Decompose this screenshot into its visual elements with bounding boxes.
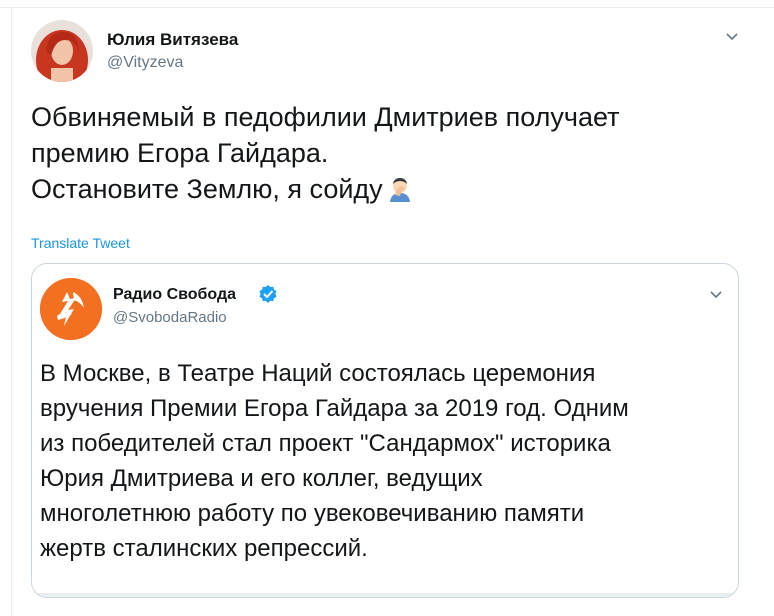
tweet-text-span: Остановите Землю, я сойду (31, 174, 383, 204)
quoted-text-line: В Москве, в Театре Наций состоялась цере… (40, 360, 596, 387)
media-preview-edge (32, 593, 738, 597)
quoted-text-line: Юрия Дмитриева и его коллег, ведущих (40, 465, 483, 492)
author-handle[interactable]: @Vityzeva (107, 54, 183, 72)
divider (0, 7, 774, 8)
man-facepalming-emoji (386, 175, 414, 203)
quoted-tweet-text: В Москве, в Театре Наций состоялась цере… (40, 356, 730, 566)
tweet-text: Обвиняемый в педофилии Дмитриев получает… (31, 99, 751, 207)
quoted-text-line: из победителей стал проект "Сандармох" и… (40, 430, 611, 457)
quoted-text-line: жертв сталинских репрессий. (40, 535, 368, 562)
tweet-text-line: Обвиняемый в педофилии Дмитриев получает (31, 102, 620, 132)
divider (11, 8, 12, 616)
chevron-down-icon[interactable] (720, 24, 744, 48)
tweet-text-line: премию Егора Гайдара. (31, 138, 329, 168)
verified-badge-icon (258, 284, 278, 304)
tweet-card: Юлия Витязева @Vityzeva Обвиняемый в пед… (0, 0, 774, 616)
quoted-author-handle[interactable]: @SvobodaRadio (113, 309, 227, 326)
avatar[interactable] (31, 20, 93, 82)
chevron-down-icon[interactable] (704, 282, 728, 306)
quoted-text-line: многолетнюю работу по увековечиванию пам… (40, 500, 585, 527)
radio-svoboda-logo[interactable] (40, 278, 102, 340)
quoted-author-name[interactable]: Радио Свобода (113, 286, 236, 304)
quoted-text-line: вручения Премии Егора Гайдара за 2019 го… (40, 395, 629, 422)
quoted-tweet[interactable]: Радио Свобода @SvobodaRadio В Москве, в … (31, 263, 739, 598)
tweet-text-line: Остановите Землю, я сойду (31, 171, 751, 207)
translate-tweet-link[interactable]: Translate Tweet (31, 235, 130, 251)
author-name[interactable]: Юлия Витязева (107, 30, 238, 50)
